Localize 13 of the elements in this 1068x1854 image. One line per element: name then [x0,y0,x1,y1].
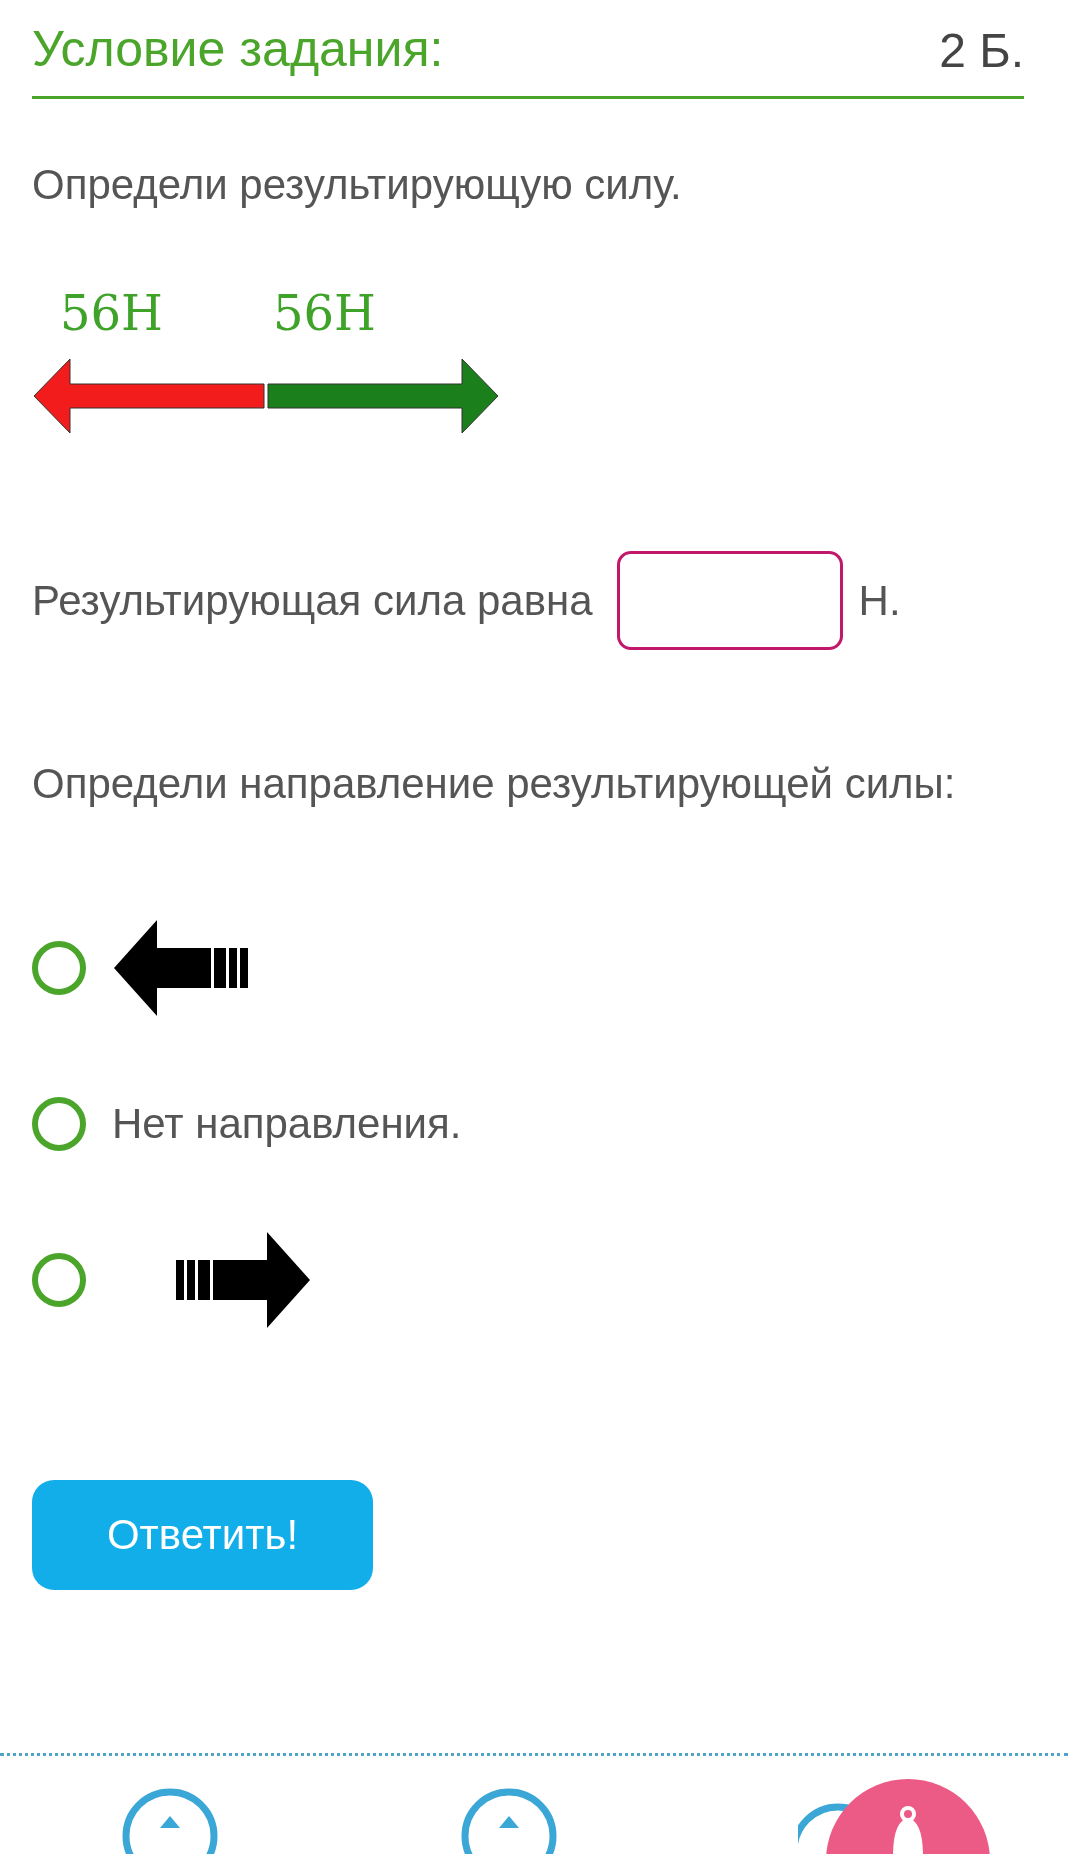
task-points: 2 Б. [939,23,1024,78]
answer-label: Результирующая сила равна [32,576,593,625]
option-text[interactable]: Нет направления. [112,1100,462,1148]
task-title: Условие задания: [32,20,444,78]
radio-button[interactable] [32,1097,86,1151]
unit-label: Н. [858,576,901,625]
direction-question: Определи направление результирующей силы: [32,760,957,808]
question-text: Определи результирующую силу. [32,161,683,209]
answer-field[interactable] [616,551,843,650]
force-label: 56Н [272,285,376,341]
force-label: 56Н [60,285,163,341]
radio-button[interactable] [32,1253,86,1307]
radio-button[interactable] [32,941,86,995]
